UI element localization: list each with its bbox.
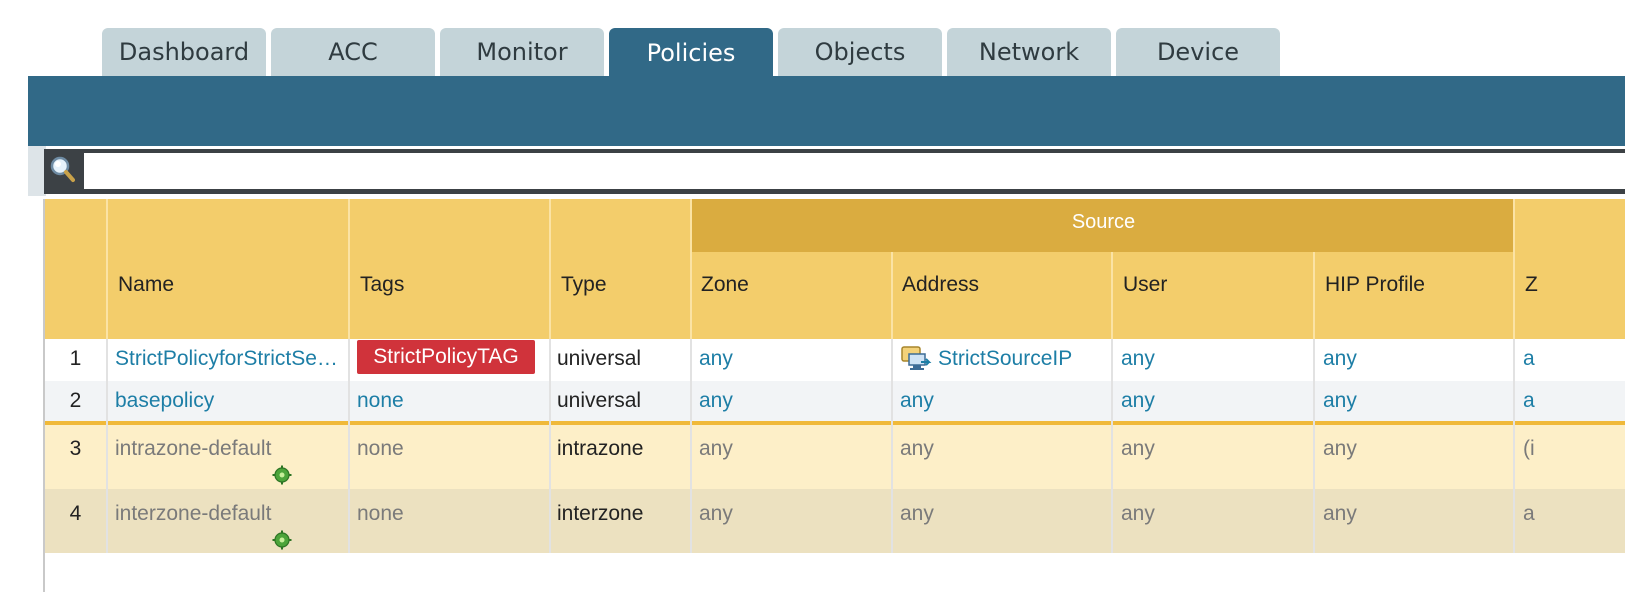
hip-profile-value[interactable]: any bbox=[1323, 347, 1357, 371]
hip-profile-value: any bbox=[1323, 502, 1357, 525]
source-zone-value: any bbox=[699, 502, 733, 525]
tags-value: none bbox=[357, 502, 404, 525]
row-number: 1 bbox=[69, 347, 82, 370]
source-address-value[interactable]: any bbox=[900, 389, 934, 413]
tab-monitor[interactable]: Monitor bbox=[440, 28, 604, 76]
tag-badge[interactable]: StrictPolicyTAG bbox=[357, 340, 535, 374]
search-input[interactable] bbox=[84, 153, 1625, 189]
gear-icon bbox=[272, 530, 292, 550]
rule-type: universal bbox=[557, 347, 642, 370]
source-zone-value[interactable]: any bbox=[699, 389, 733, 413]
tab-policies[interactable]: Policies bbox=[609, 28, 773, 78]
security-policy-table: Source Name Tags Type Zone Address User … bbox=[43, 199, 1625, 592]
rule-name[interactable]: interzone-default bbox=[115, 502, 345, 526]
policies-banner bbox=[28, 76, 1625, 146]
row-number: 2 bbox=[69, 389, 82, 412]
rule-name[interactable]: intrazone-default bbox=[115, 437, 345, 461]
destination-zone-value: (i bbox=[1523, 437, 1535, 460]
hip-profile-value: any bbox=[1323, 437, 1357, 460]
column-header-source-user[interactable]: User bbox=[1123, 273, 1167, 297]
tab-network[interactable]: Network bbox=[947, 28, 1111, 76]
row-number: 3 bbox=[69, 437, 82, 460]
row-number: 4 bbox=[69, 502, 82, 525]
tab-objects[interactable]: Objects bbox=[778, 28, 942, 76]
source-user-value[interactable]: any bbox=[1121, 389, 1155, 413]
column-header-tags[interactable]: Tags bbox=[360, 273, 404, 297]
search-icon[interactable] bbox=[47, 153, 77, 185]
source-address-value[interactable]: StrictSourceIP bbox=[938, 347, 1072, 371]
source-group-label: Source bbox=[1071, 211, 1136, 233]
destination-zone-value: a bbox=[1523, 502, 1535, 525]
rule-name-link[interactable]: StrictPolicyforStrictSe… bbox=[115, 347, 345, 371]
source-address-value: any bbox=[900, 437, 934, 460]
column-header-source-zone[interactable]: Zone bbox=[701, 273, 749, 297]
source-address-value: any bbox=[900, 502, 934, 525]
column-header-destination-zone[interactable]: Z bbox=[1525, 273, 1625, 297]
tags-value[interactable]: none bbox=[357, 389, 404, 413]
gear-icon bbox=[272, 465, 292, 485]
tab-acc[interactable]: ACC bbox=[271, 28, 435, 76]
source-zone-value[interactable]: any bbox=[699, 347, 733, 371]
rule-type: universal bbox=[557, 389, 642, 412]
tab-dashboard[interactable]: Dashboard bbox=[102, 28, 266, 76]
source-user-value: any bbox=[1121, 437, 1155, 460]
rule-type: intrazone bbox=[557, 437, 644, 460]
source-user-value: any bbox=[1121, 502, 1155, 525]
column-header-source-address[interactable]: Address bbox=[902, 273, 979, 297]
column-header-name[interactable]: Name bbox=[118, 273, 174, 297]
source-zone-value: any bbox=[699, 437, 733, 460]
rule-name-link[interactable]: basepolicy bbox=[115, 389, 345, 413]
rule-type: interzone bbox=[557, 502, 644, 525]
main-tab-bar: Dashboard ACC Monitor Policies Objects N… bbox=[0, 0, 1625, 78]
column-header-hip-profile[interactable]: HIP Profile bbox=[1325, 273, 1425, 297]
tab-device[interactable]: Device bbox=[1116, 28, 1280, 76]
column-header-type[interactable]: Type bbox=[561, 273, 607, 297]
destination-zone-value[interactable]: a bbox=[1523, 389, 1625, 413]
address-object-icon bbox=[900, 344, 932, 374]
tags-value: none bbox=[357, 437, 404, 460]
destination-zone-value[interactable]: a bbox=[1523, 347, 1625, 371]
hip-profile-value[interactable]: any bbox=[1323, 389, 1357, 413]
source-user-value[interactable]: any bbox=[1121, 347, 1155, 371]
